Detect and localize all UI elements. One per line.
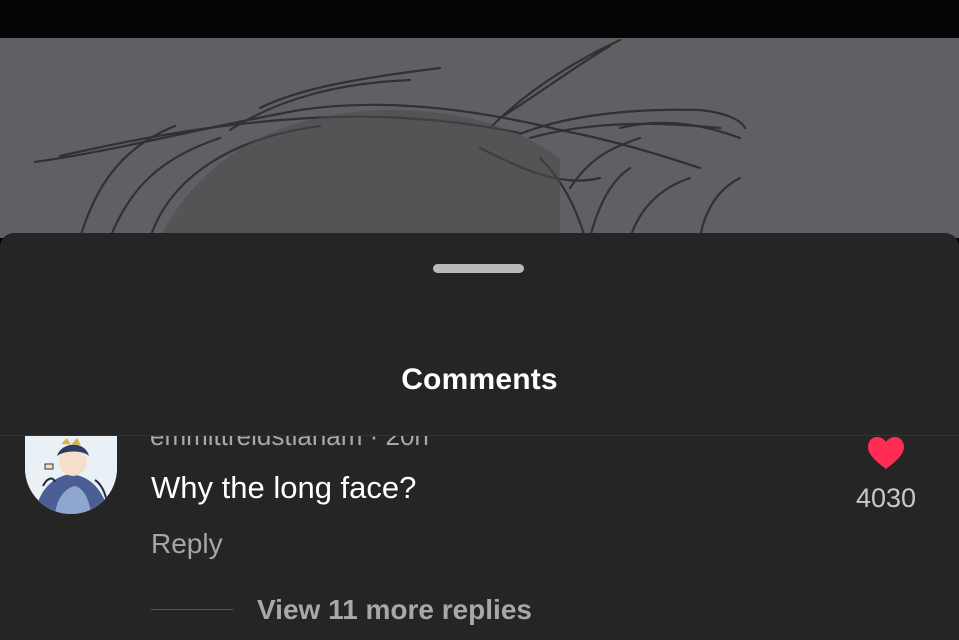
avatar-illustration bbox=[25, 436, 117, 514]
avatar[interactable] bbox=[25, 436, 117, 514]
comment-text: Why the long face? bbox=[151, 470, 417, 505]
status-bar bbox=[0, 0, 959, 38]
comment-username[interactable]: emmittreldstianam · 20h bbox=[150, 436, 429, 452]
like-count: 4030 bbox=[855, 483, 917, 513]
sheet-title: Comments bbox=[401, 363, 558, 396]
sketch-drawing bbox=[33, 38, 747, 238]
heart-icon[interactable] bbox=[866, 436, 906, 470]
replies-divider-line bbox=[151, 609, 233, 610]
video-background-sketch[interactable] bbox=[0, 38, 959, 238]
comments-sheet: Comments emmittreldstianam · 20h Why the… bbox=[0, 233, 959, 640]
drag-handle[interactable] bbox=[433, 264, 524, 273]
view-more-replies-button[interactable]: View 11 more replies bbox=[257, 594, 532, 626]
reply-button[interactable]: Reply bbox=[151, 528, 223, 560]
comment-item: emmittreldstianam · 20h Why the long fac… bbox=[0, 436, 959, 640]
